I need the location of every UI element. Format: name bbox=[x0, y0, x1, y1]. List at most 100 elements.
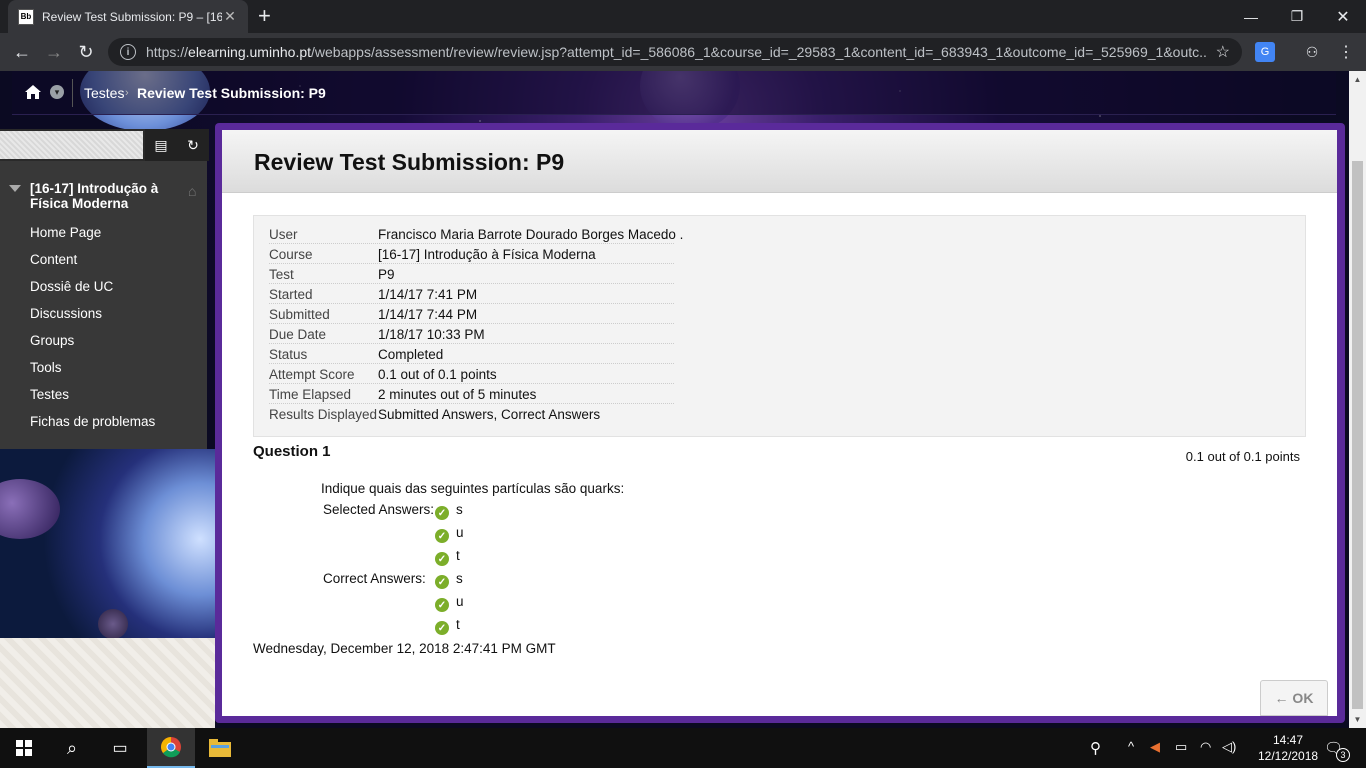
back-icon[interactable]: ← bbox=[10, 40, 34, 64]
incognito-extension-icon[interactable]: ⚇ bbox=[1302, 42, 1322, 62]
bookmark-star-icon[interactable]: ☆ bbox=[1216, 42, 1230, 62]
correct-answer: s bbox=[456, 571, 463, 586]
selected-answer: s bbox=[456, 502, 463, 517]
course-menu-dropdown-icon[interactable]: ▾ bbox=[50, 85, 64, 99]
chrome-menu-icon[interactable]: ⋮ bbox=[1336, 42, 1356, 62]
selected-answer: u bbox=[456, 525, 464, 540]
wifi-icon[interactable]: ◠ bbox=[1200, 739, 1211, 755]
course-menu-search[interactable] bbox=[0, 131, 143, 159]
url-prefix: https:// bbox=[146, 44, 189, 60]
info-row: Results Displayed Submitted Answers, Corr… bbox=[269, 404, 674, 424]
sidebar-item-home-page[interactable]: Home Page bbox=[30, 225, 101, 240]
planet-decoration bbox=[98, 609, 128, 639]
address-bar[interactable]: i https://elearning.uminho.pt/webapps/as… bbox=[108, 38, 1242, 66]
generated-timestamp: Wednesday, December 12, 2018 2:47:41 PM … bbox=[253, 641, 556, 656]
translate-extension-icon[interactable]: G bbox=[1255, 42, 1275, 62]
info-label: Time Elapsed bbox=[269, 387, 352, 402]
info-label: User bbox=[269, 227, 298, 242]
breadcrumb-item-current: Review Test Submission: P9 bbox=[137, 85, 326, 101]
system-clock[interactable]: 14:47 12/12/2018 bbox=[1258, 732, 1318, 764]
search-icon[interactable]: ⌕ bbox=[48, 728, 96, 768]
sidebar-item-testes[interactable]: Testes bbox=[30, 387, 69, 402]
sidebar-item-tools[interactable]: Tools bbox=[30, 360, 62, 375]
file-explorer-icon[interactable] bbox=[196, 728, 244, 768]
sidebar-item-groups[interactable]: Groups bbox=[30, 333, 74, 348]
sidebar-pattern bbox=[0, 638, 215, 728]
people-icon[interactable]: ⚲ bbox=[1090, 739, 1101, 757]
info-label: Attempt Score bbox=[269, 367, 355, 382]
info-label: Due Date bbox=[269, 327, 327, 342]
taskbar: ⌕ ▭ ⚲ ^ ◀ ▭ ◠ ◁) 14:47 12/12/2018 🗨 3 bbox=[0, 728, 1366, 768]
planet-decoration bbox=[0, 479, 60, 539]
correct-check-icon: ✓ bbox=[435, 552, 449, 566]
chrome-taskbar-icon[interactable] bbox=[147, 728, 195, 768]
browser-titlebar: Bb Review Test Submission: P9 – [16 ✕ + … bbox=[0, 0, 1366, 33]
scroll-thumb[interactable] bbox=[1352, 161, 1363, 709]
info-value: 2 minutes out of 5 minutes bbox=[378, 387, 537, 402]
info-row: User Francisco Maria Barrote Dourado Borg… bbox=[269, 224, 683, 244]
refresh-icon[interactable]: ↻ bbox=[177, 129, 209, 161]
show-hidden-icons-icon[interactable]: ^ bbox=[1128, 739, 1134, 754]
info-value: P9 bbox=[378, 267, 395, 282]
question-points: 0.1 out of 0.1 points bbox=[1185, 449, 1300, 464]
page-title: Review Test Submission: P9 bbox=[254, 149, 565, 175]
info-label: Test bbox=[269, 267, 294, 282]
info-value: 0.1 out of 0.1 points bbox=[378, 367, 497, 382]
clock-time: 14:47 bbox=[1272, 733, 1304, 747]
task-view-icon[interactable]: ▭ bbox=[96, 728, 144, 768]
close-tab-icon[interactable]: ✕ bbox=[222, 8, 238, 25]
info-value: Submitted Answers, Correct Answers bbox=[378, 407, 601, 422]
info-value: 1/18/17 10:33 PM bbox=[378, 327, 485, 342]
info-label: Submitted bbox=[269, 307, 330, 322]
info-value: [16-17] Introdução à Física Moderna bbox=[378, 247, 596, 262]
selected-answers-label: Selected Answers: bbox=[323, 502, 435, 517]
clock-date: 12/12/2018 bbox=[1258, 749, 1319, 763]
scroll-down-icon[interactable]: ▼ bbox=[1349, 711, 1366, 728]
info-label: Course bbox=[269, 247, 313, 262]
blackboard-favicon-icon: Bb bbox=[18, 8, 34, 25]
info-row: Started 1/14/17 7:41 PM bbox=[269, 284, 674, 304]
site-info-icon[interactable]: i bbox=[120, 44, 136, 60]
breadcrumb: ▾ Testes › Review Test Submission: P9 bbox=[12, 71, 1336, 115]
course-title[interactable]: [16-17] Introdução à Física Moderna bbox=[30, 181, 170, 211]
speaker-muted-icon[interactable]: ◀ bbox=[1150, 739, 1160, 755]
sidebar-item-dossie[interactable]: Dossiê de UC bbox=[30, 279, 113, 294]
restore-icon[interactable]: ❐ bbox=[1274, 0, 1320, 33]
sidebar-item-content[interactable]: Content bbox=[30, 252, 77, 267]
correct-check-icon: ✓ bbox=[435, 529, 449, 543]
collapse-caret-icon[interactable] bbox=[9, 185, 21, 192]
page-scrollbar[interactable]: ▲ ▼ bbox=[1349, 71, 1366, 728]
window-close-icon[interactable]: ✕ bbox=[1320, 0, 1366, 33]
info-row: Due Date 1/18/17 10:33 PM bbox=[269, 324, 674, 344]
sidebar-item-discussions[interactable]: Discussions bbox=[30, 306, 102, 321]
ok-button[interactable]: ← OK bbox=[1260, 680, 1328, 716]
content-header: Review Test Submission: P9 bbox=[222, 130, 1337, 193]
new-tab-icon[interactable]: + bbox=[258, 4, 271, 28]
course-menu: ▤ ↻ [16-17] Introdução à Física Moderna … bbox=[0, 129, 209, 449]
battery-icon[interactable]: ▭ bbox=[1175, 739, 1187, 755]
course-home-icon[interactable]: ⌂ bbox=[188, 183, 196, 199]
correct-answer: u bbox=[456, 594, 464, 609]
home-icon[interactable] bbox=[24, 83, 42, 101]
url-domain: elearning.uminho.pt bbox=[188, 44, 312, 60]
url-path: /webapps/assessment/review/review.jsp?at… bbox=[311, 44, 1206, 60]
forward-icon[interactable]: → bbox=[42, 40, 66, 64]
sidebar-item-fichas[interactable]: Fichas de problemas bbox=[30, 414, 155, 429]
submission-details: User Francisco Maria Barrote Dourado Borg… bbox=[253, 215, 1306, 437]
info-row: Submitted 1/14/17 7:44 PM bbox=[269, 304, 674, 324]
breadcrumb-item-testes[interactable]: Testes bbox=[84, 85, 124, 101]
minimize-icon[interactable]: — bbox=[1228, 0, 1274, 33]
breadcrumb-divider bbox=[72, 79, 73, 107]
content-frame: Review Test Submission: P9 User Francisco… bbox=[215, 123, 1345, 723]
browser-tab[interactable]: Bb Review Test Submission: P9 – [16 ✕ bbox=[8, 0, 248, 33]
scroll-up-icon[interactable]: ▲ bbox=[1349, 71, 1366, 88]
windows-start-icon[interactable] bbox=[0, 728, 48, 768]
volume-icon[interactable]: ◁) bbox=[1222, 739, 1236, 755]
info-row: Time Elapsed 2 minutes out of 5 minutes bbox=[269, 384, 674, 404]
space-background bbox=[0, 449, 215, 639]
notification-count-badge: 3 bbox=[1336, 748, 1350, 762]
reload-icon[interactable]: ↻ bbox=[74, 40, 98, 64]
correct-answers-label: Correct Answers: bbox=[323, 571, 426, 586]
folder-view-icon[interactable]: ▤ bbox=[145, 129, 177, 161]
browser-toolbar: ← → ↻ i https://elearning.uminho.pt/weba… bbox=[0, 33, 1366, 71]
